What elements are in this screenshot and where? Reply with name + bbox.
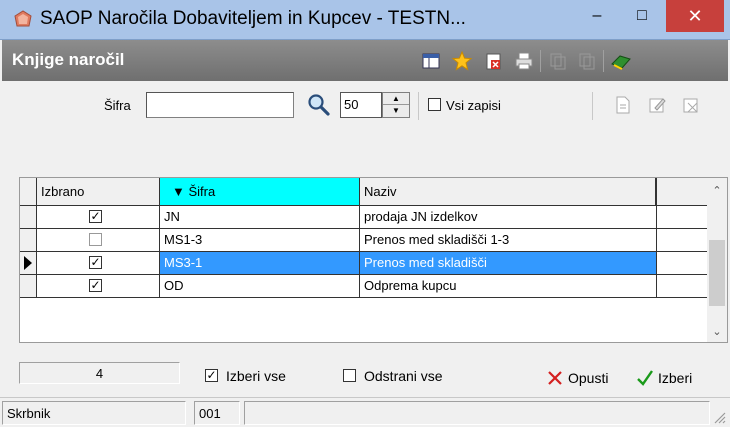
favorite-star-icon[interactable]	[451, 50, 473, 72]
minimize-button[interactable]: –	[575, 0, 619, 32]
izberi-button[interactable]: Izberi	[636, 366, 692, 390]
record-count-display: 4	[19, 362, 180, 384]
resize-grip-icon[interactable]	[712, 410, 726, 424]
cancel-x-icon	[548, 371, 562, 385]
row-indicator	[20, 275, 37, 297]
opusti-button-label: Opusti	[568, 370, 609, 386]
header-bar: Knjige naročil	[2, 40, 728, 81]
sifra-cell[interactable]: MS1-3	[160, 229, 360, 251]
izbrano-checkbox[interactable]	[89, 233, 102, 246]
record-count-input[interactable]: 50	[340, 92, 382, 118]
izbrano-cell[interactable]: ✓	[37, 206, 160, 228]
record-count-stepper[interactable]: ▲ ▼	[382, 92, 410, 118]
izbrano-checkbox[interactable]: ✓	[89, 210, 102, 223]
filter-divider	[592, 92, 593, 120]
sifra-cell[interactable]: JN	[160, 206, 360, 228]
izbrano-checkbox[interactable]: ✓	[89, 256, 102, 269]
naziv-cell[interactable]: Prenos med skladišči	[360, 252, 657, 274]
izbrano-cell[interactable]	[37, 229, 160, 251]
odstrani-vse-checkbox[interactable]	[343, 369, 356, 382]
izbrano-cell[interactable]: ✓	[37, 275, 160, 297]
toolbar-divider	[603, 50, 604, 72]
title-bar: SAOP Naročila Dobaviteljem in Kupcev - T…	[0, 0, 730, 40]
app-logo-icon	[14, 10, 32, 27]
odstrani-vse-label[interactable]: Odstrani vse	[364, 368, 443, 384]
table-row[interactable]: ✓ MS3-1 Prenos med skladišči	[20, 252, 708, 275]
edit-document-icon[interactable]	[646, 94, 668, 116]
table-row[interactable]: ✓ JN prodaja JN izdelkov	[20, 206, 708, 229]
vsi-zapisi-label: Vsi zapisi	[446, 98, 501, 113]
status-code: 001	[194, 401, 240, 425]
column-header-sifra-label: Šifra	[188, 184, 216, 199]
row-indicator	[20, 252, 37, 274]
filter-divider	[418, 92, 419, 120]
book-exit-icon[interactable]	[610, 50, 632, 72]
maximize-button[interactable]: □	[620, 0, 664, 32]
stepper-down-icon[interactable]: ▼	[383, 105, 409, 117]
izberi-vse-checkbox[interactable]: ✓	[205, 369, 218, 382]
izberi-button-label: Izberi	[658, 370, 693, 386]
window-title: SAOP Naročila Dobaviteljem in Kupcev - T…	[40, 8, 466, 29]
scrollbar-thumb[interactable]	[709, 240, 725, 306]
vsi-zapisi-checkbox[interactable]	[428, 98, 441, 111]
row-indicator	[20, 229, 37, 251]
records-table[interactable]: Izbrano ▼ Šifra Naziv ✓ JN prodaja JN iz…	[19, 177, 728, 343]
row-indicator-header	[20, 178, 37, 205]
new-document-icon[interactable]	[612, 94, 634, 116]
copy-left-icon[interactable]	[547, 50, 569, 72]
naziv-cell[interactable]: Prenos med skladišči 1-3	[360, 229, 657, 251]
toolbar-divider	[540, 50, 541, 72]
naziv-cell[interactable]: prodaja JN izdelkov	[360, 206, 657, 228]
sifra-cell[interactable]: MS3-1	[160, 252, 360, 274]
column-header-sifra[interactable]: ▼ Šifra	[160, 178, 360, 205]
print-icon[interactable]	[513, 50, 535, 72]
sifra-search-input[interactable]	[146, 92, 294, 118]
status-extra	[244, 401, 710, 425]
sort-desc-icon: ▼	[172, 184, 185, 199]
columns-settings-icon[interactable]	[420, 50, 442, 72]
table-row[interactable]: MS1-3 Prenos med skladišči 1-3	[20, 229, 708, 252]
sifra-label: Šifra	[104, 98, 131, 113]
stepper-up-icon[interactable]: ▲	[383, 93, 409, 105]
copy-right-icon[interactable]	[576, 50, 598, 72]
current-row-pointer-icon	[24, 256, 32, 270]
status-user: Skrbnik	[2, 401, 186, 425]
table-scrollbar[interactable]: ⌃ ⌄	[707, 178, 727, 342]
opusti-button[interactable]: Opusti	[546, 366, 608, 390]
izberi-vse-label[interactable]: Izberi vse	[226, 368, 286, 384]
delete-document-icon[interactable]	[483, 50, 505, 72]
status-bar: Skrbnik 001	[0, 397, 730, 427]
scroll-up-icon[interactable]: ⌃	[707, 184, 727, 197]
naziv-cell[interactable]: Odprema kupcu	[360, 275, 657, 297]
table-row[interactable]: ✓ OD Odprema kupcu	[20, 275, 708, 298]
search-icon[interactable]	[306, 92, 332, 118]
table-header: Izbrano ▼ Šifra Naziv	[20, 178, 708, 206]
page-title: Knjige naročil	[12, 50, 125, 69]
column-header-izbrano[interactable]: Izbrano	[37, 178, 160, 205]
column-header-naziv[interactable]: Naziv	[360, 178, 657, 205]
delete-record-icon[interactable]	[680, 94, 702, 116]
scroll-down-icon[interactable]: ⌄	[707, 325, 727, 338]
izbrano-cell[interactable]: ✓	[37, 252, 160, 274]
confirm-check-icon	[637, 370, 653, 386]
row-indicator	[20, 206, 37, 228]
close-button[interactable]: ✕	[666, 0, 724, 32]
izbrano-checkbox[interactable]: ✓	[89, 279, 102, 292]
sifra-cell[interactable]: OD	[160, 275, 360, 297]
